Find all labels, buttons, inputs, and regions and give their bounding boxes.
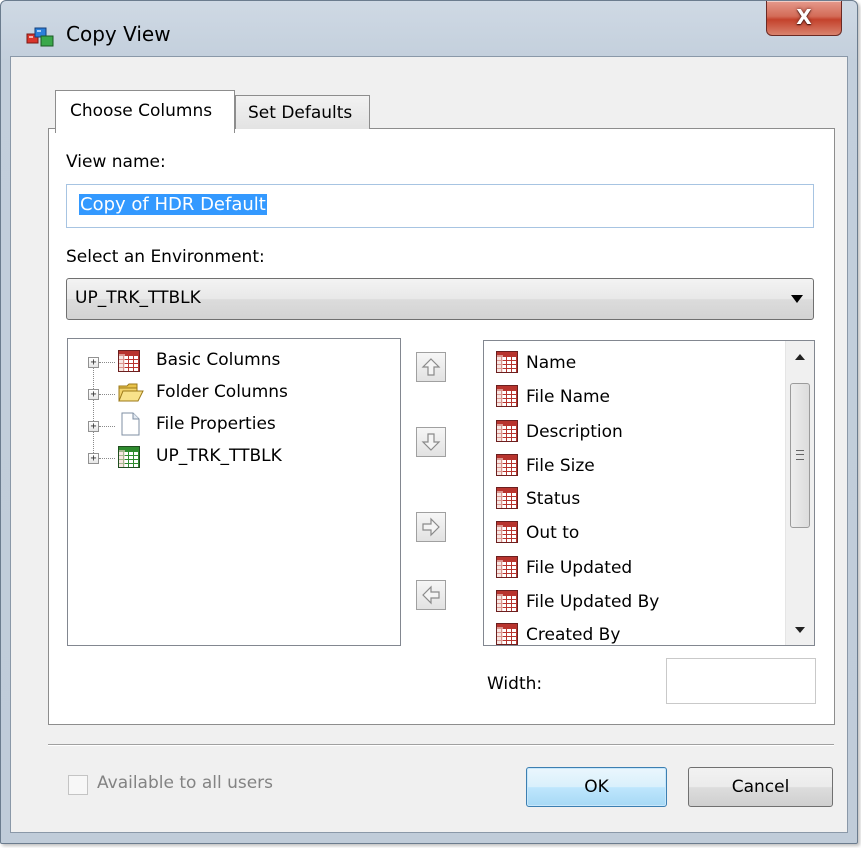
expand-icon[interactable]: + xyxy=(88,357,99,368)
move-up-icon xyxy=(421,358,441,376)
tab-choose-columns[interactable]: Choose Columns xyxy=(55,90,235,133)
tree-connector xyxy=(99,394,115,395)
tree-connector xyxy=(99,426,115,427)
tree-item-basic-columns[interactable]: + Basic Columns xyxy=(68,347,398,373)
grid-green-icon xyxy=(118,446,140,468)
grid-red-icon xyxy=(118,350,140,372)
grid-red-icon xyxy=(496,385,518,407)
expand-icon[interactable]: + xyxy=(88,421,99,432)
grid-red-icon xyxy=(496,590,518,612)
document-icon xyxy=(118,412,142,436)
chevron-up-icon xyxy=(795,354,805,360)
list-item-label: File Size xyxy=(526,456,595,476)
available-to-all-users-label: Available to all users xyxy=(97,773,274,793)
expand-icon[interactable]: + xyxy=(88,453,99,464)
ok-button[interactable]: OK xyxy=(526,767,667,807)
grid-red-icon xyxy=(496,556,518,578)
list-item-label: Created By xyxy=(526,625,621,645)
folder-icon xyxy=(118,381,144,403)
scroll-up-button[interactable] xyxy=(786,341,814,371)
expand-icon[interactable]: + xyxy=(88,389,99,400)
list-item-label: File Updated By xyxy=(526,592,660,612)
tab-label: Choose Columns xyxy=(70,101,213,121)
environment-value: UP_TRK_TTBLK xyxy=(75,288,201,308)
grid-red-icon xyxy=(496,351,518,373)
close-icon: X xyxy=(796,5,812,29)
grip-icon xyxy=(796,450,804,460)
chevron-down-icon xyxy=(795,627,805,633)
tree-item-label: Basic Columns xyxy=(156,350,281,370)
add-right-icon xyxy=(422,517,440,537)
add-column-button[interactable] xyxy=(416,512,446,542)
move-up-button[interactable] xyxy=(416,352,446,382)
grid-red-icon xyxy=(496,454,518,476)
scroll-down-button[interactable] xyxy=(786,615,814,645)
available-to-all-users-checkbox[interactable] xyxy=(68,775,88,795)
grid-red-icon xyxy=(496,487,518,509)
cancel-button[interactable]: Cancel xyxy=(688,767,833,807)
environment-select[interactable]: UP_TRK_TTBLK xyxy=(66,278,814,320)
view-name-input[interactable]: Copy of HDR Default xyxy=(66,184,814,228)
tree-item-label: UP_TRK_TTBLK xyxy=(156,446,282,466)
move-down-button[interactable] xyxy=(416,427,446,457)
width-label: Width: xyxy=(487,674,543,694)
tree-item-label: Folder Columns xyxy=(156,382,288,402)
tab-label: Set Defaults xyxy=(248,103,353,123)
footer-separator xyxy=(48,744,834,746)
tree-item-up-trk-ttblk[interactable]: + UP_TRK_TTBLK xyxy=(68,443,398,469)
list-item-label: Status xyxy=(526,489,581,509)
tree-item-label: File Properties xyxy=(156,414,276,434)
view-name-label: View name: xyxy=(66,152,166,172)
grid-red-icon xyxy=(496,420,518,442)
move-down-icon xyxy=(421,433,441,451)
list-item-label: File Updated xyxy=(526,558,633,578)
tree-item-file-properties[interactable]: + File Properties xyxy=(68,411,398,437)
list-scrollbar[interactable] xyxy=(785,341,814,645)
view-name-value: Copy of HDR Default xyxy=(79,194,267,215)
tree-connector xyxy=(99,458,115,459)
window-title: Copy View xyxy=(66,22,171,46)
tab-set-defaults[interactable]: Set Defaults xyxy=(235,95,370,129)
remove-column-button[interactable] xyxy=(416,580,446,610)
width-input[interactable] xyxy=(666,658,816,704)
list-item-label: Description xyxy=(526,422,623,442)
grid-red-icon xyxy=(496,521,518,543)
chevron-down-icon xyxy=(791,295,803,303)
grid-red-icon xyxy=(496,623,518,645)
list-item-label: Out to xyxy=(526,523,580,543)
app-icon xyxy=(26,26,56,48)
scroll-thumb[interactable] xyxy=(790,383,810,528)
close-button[interactable]: X xyxy=(766,1,842,36)
list-item-label: File Name xyxy=(526,387,611,407)
tree-item-folder-columns[interactable]: + Folder Columns xyxy=(68,379,398,405)
environment-label: Select an Environment: xyxy=(66,247,265,267)
tree-connector xyxy=(99,362,115,363)
available-columns-tree[interactable]: + Basic Columns + Folder Columns + File … xyxy=(67,338,401,646)
remove-left-icon xyxy=(422,585,440,605)
selected-columns-list[interactable]: Name File Name Description File Size Sta… xyxy=(483,340,815,646)
list-item-label: Name xyxy=(526,353,577,373)
